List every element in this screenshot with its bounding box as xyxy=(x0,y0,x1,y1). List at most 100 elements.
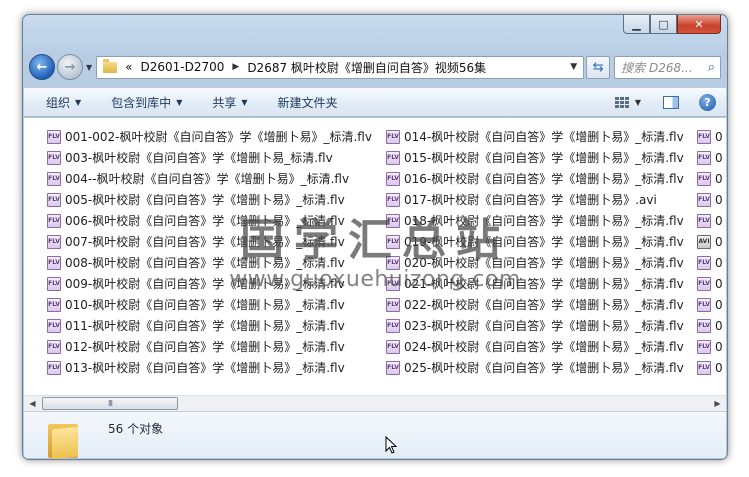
file-item[interactable]: FLV 007-枫叶校尉《自问自答》学《增删卜易》_标清.flv xyxy=(47,231,372,252)
file-list: FLV 001-002-枫叶校尉《自问自答》学《增删卜易》_标清.flv FLV 00… xyxy=(24,118,726,395)
scroll-right-icon[interactable]: ▶ xyxy=(709,399,726,408)
include-in-library-menu[interactable]: 包含到库中 ▼ xyxy=(111,94,182,111)
help-icon[interactable]: ? xyxy=(699,93,716,111)
address-dropdown[interactable]: ▼ xyxy=(570,62,577,72)
file-item[interactable]: FLV 014-枫叶校尉《自问自答》学《增删卜易》_标清.flv xyxy=(386,126,684,147)
minimize-button[interactable]: ▁ xyxy=(623,15,650,34)
file-item[interactable]: FLV 019-枫叶校尉《自问自答》学《增删卜易》_标清.flv xyxy=(386,231,684,252)
file-name: 0 xyxy=(715,192,723,207)
breadcrumb-item-current-folder[interactable]: D2687 枫叶校尉《增删自问自答》视频56集 xyxy=(247,59,486,76)
share-label: 共享 xyxy=(212,95,237,110)
chevron-right-icon[interactable]: ▶ xyxy=(232,62,239,72)
file-item[interactable]: FLV 015-枫叶校尉《自问自答》学《增删卜易》_标清.flv xyxy=(386,147,684,168)
file-name: 0 xyxy=(715,150,723,165)
file-item[interactable]: FLV 0 xyxy=(697,357,723,378)
view-options-icon[interactable] xyxy=(614,96,629,108)
new-folder-button[interactable]: 新建文件夹 xyxy=(278,94,338,111)
file-item[interactable]: FLV 018-枫叶校尉《自问自答》学《增删卜易》_标清.flv xyxy=(386,210,684,231)
arrow-right-icon: → xyxy=(64,59,76,75)
file-item[interactable]: FLV 012-枫叶校尉《自问自答》学《增删卜易》_标清.flv xyxy=(47,336,372,357)
organize-label: 组织 xyxy=(46,95,71,110)
file-item[interactable]: FLV 006-枫叶校尉《自问自答》学《增删卜易》_标清.flv xyxy=(47,210,372,231)
file-item[interactable]: FLV 013-枫叶校尉《自问自答》学《增删卜易》_标清.flv xyxy=(47,357,372,378)
organize-menu[interactable]: 组织 ▼ xyxy=(46,94,81,111)
scroll-thumb[interactable]: III xyxy=(42,397,178,410)
breadcrumb-overflow[interactable]: « xyxy=(125,60,132,74)
details-pane: 56 个对象 xyxy=(24,411,726,459)
item-count: 56 个对象 xyxy=(108,422,164,436)
file-item[interactable]: FLV 004--枫叶校尉《自问自答》学《增删卜易》_标清.flv xyxy=(47,168,372,189)
file-column-2: FLV 014-枫叶校尉《自问自答》学《增删卜易》_标清.flv FLV 015-枫叶… xyxy=(386,126,684,378)
folder-icon xyxy=(48,420,80,459)
preview-pane-icon[interactable] xyxy=(663,95,679,109)
file-name: 019-枫叶校尉《自问自答》学《增删卜易》_标清.flv xyxy=(404,235,684,249)
video-flv-file-icon: FLV xyxy=(697,339,711,354)
file-name: 010-枫叶校尉《自问自答》学《增删卜易》_标清.flv xyxy=(65,298,345,312)
search-icon[interactable]: ⌕ xyxy=(708,60,715,75)
address-bar[interactable]: « D2601-D2700 ▶ D2687 枫叶校尉《增删自问自答》视频56集 … xyxy=(96,55,585,79)
file-item[interactable]: FLV 011-枫叶校尉《自问自答》学《增删卜易》_标清.flv xyxy=(47,315,372,336)
file-item[interactable]: FLV 0 xyxy=(697,189,723,210)
file-item[interactable]: FLV 016-枫叶校尉《自问自答》学《增删卜易》_标清.flv xyxy=(386,168,684,189)
include-in-library-label: 包含到库中 xyxy=(111,95,172,110)
folder-icon xyxy=(103,58,118,73)
file-item[interactable]: FLV 003-枫叶校尉《自问自答》学《增删卜易_标清.flv xyxy=(47,147,372,168)
view-dropdown[interactable]: ▼ xyxy=(635,98,641,107)
file-item[interactable]: FLV 0 xyxy=(697,294,723,315)
video-flv-file-icon: FLV xyxy=(697,192,711,207)
forward-button[interactable]: → xyxy=(57,54,83,80)
file-item[interactable]: FLV 0 xyxy=(697,315,723,336)
video-flv-file-icon: FLV xyxy=(697,297,711,312)
refresh-button[interactable]: ⇆ xyxy=(586,55,611,79)
video-flv-file-icon: FLV xyxy=(386,255,400,270)
file-item[interactable]: FLV 008-枫叶校尉《自问自答》学《增删卜易》_标清.flv xyxy=(47,252,372,273)
video-flv-file-icon: FLV xyxy=(47,213,61,228)
search-placeholder: 搜索 D268... xyxy=(621,60,693,75)
file-item[interactable]: FLV 009-枫叶校尉《自问自答》学《增删卜易》_标清.flv xyxy=(47,273,372,294)
file-item[interactable]: FLV 0 xyxy=(697,273,723,294)
file-name: 0 xyxy=(715,297,723,312)
file-item[interactable]: FLV 0 xyxy=(697,336,723,357)
video-flv-file-icon: FLV xyxy=(386,297,400,312)
recent-pages-dropdown[interactable]: ▼ xyxy=(86,63,92,72)
maximize-button[interactable]: □ xyxy=(650,15,677,34)
breadcrumb-item-d2601-d2700[interactable]: D2601-D2700 xyxy=(141,60,225,74)
file-column-1: FLV 001-002-枫叶校尉《自问自答》学《增删卜易》_标清.flv FLV 00… xyxy=(47,126,372,378)
toolbar-right: ▼ ? xyxy=(614,93,726,111)
horizontal-scrollbar[interactable]: ◀ III ▶ xyxy=(24,395,726,411)
file-item[interactable]: FLV 0 xyxy=(697,252,723,273)
share-menu[interactable]: 共享 ▼ xyxy=(212,94,247,111)
file-name: 009-枫叶校尉《自问自答》学《增删卜易》_标清.flv xyxy=(65,277,345,291)
search-input[interactable]: 搜索 D268... ⌕ xyxy=(614,55,721,79)
video-flv-file-icon: FLV xyxy=(47,318,61,333)
file-item[interactable]: FLV 025-枫叶校尉《自问自答》学《增删卜易》_标清.flv xyxy=(386,357,684,378)
video-flv-file-icon: FLV xyxy=(386,192,400,207)
file-item[interactable]: FLV 024-枫叶校尉《自问自答》学《增删卜易》_标清.flv xyxy=(386,336,684,357)
video-flv-file-icon: FLV xyxy=(697,318,711,333)
file-item[interactable]: FLV 0 xyxy=(697,147,723,168)
file-item[interactable]: FLV 022-枫叶校尉《自问自答》学《增删卜易》_标清.flv xyxy=(386,294,684,315)
back-button[interactable]: ← xyxy=(29,54,55,80)
video-flv-file-icon: FLV xyxy=(47,360,61,375)
file-name: 015-枫叶校尉《自问自答》学《增删卜易》_标清.flv xyxy=(404,151,684,165)
file-item[interactable]: FLV 005-枫叶校尉《自问自答》学《增删卜易》_标清.flv xyxy=(47,189,372,210)
file-item[interactable]: FLV 0 xyxy=(697,126,723,147)
file-item[interactable]: FLV 017-枫叶校尉《自问自答》学《增删卜易》.avi xyxy=(386,189,684,210)
file-item[interactable]: FLV 001-002-枫叶校尉《自问自答》学《增删卜易》_标清.flv xyxy=(47,126,372,147)
navigation-bar: ← → ▼ « D2601-D2700 ▶ D2687 枫叶校尉《增删自问自答》… xyxy=(29,53,721,81)
video-flv-file-icon: FLV xyxy=(386,234,400,249)
scroll-left-icon[interactable]: ◀ xyxy=(24,399,41,408)
file-item[interactable]: FLV 021-枫叶校尉《自问自答》学《增删卜易》_标清.flv xyxy=(386,273,684,294)
video-flv-file-icon: FLV xyxy=(697,255,711,270)
file-item[interactable]: FLV 010-枫叶校尉《自问自答》学《增删卜易》_标清.flv xyxy=(47,294,372,315)
file-item[interactable]: FLV 023-枫叶校尉《自问自答》学《增删卜易》_标清.flv xyxy=(386,315,684,336)
file-name: 025-枫叶校尉《自问自答》学《增删卜易》_标清.flv xyxy=(404,361,684,375)
file-item[interactable]: FLV 020-枫叶校尉《自问自答》学《增删卜易》_标清.flv xyxy=(386,252,684,273)
file-item[interactable]: AVI 0 xyxy=(697,231,723,252)
file-item[interactable]: FLV 0 xyxy=(697,168,723,189)
file-item[interactable]: FLV 0 xyxy=(697,210,723,231)
file-name: 0 xyxy=(715,171,723,186)
refresh-icon: ⇆ xyxy=(592,59,604,75)
video-flv-file-icon: FLV xyxy=(386,360,400,375)
close-button[interactable]: ✕ xyxy=(677,15,721,34)
